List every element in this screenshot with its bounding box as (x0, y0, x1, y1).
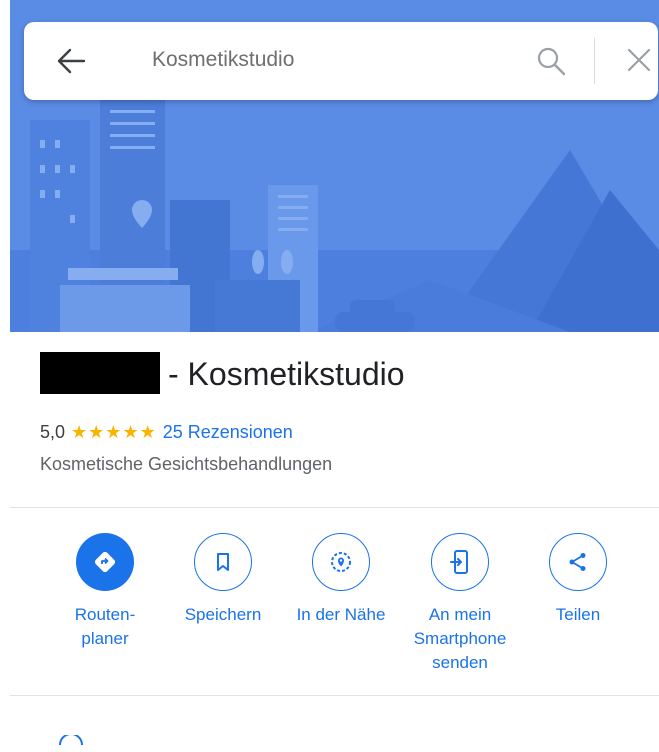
rating-line: 5,0 ★★★★★ 25 Rezensionen (40, 422, 293, 443)
bookmark-icon (194, 533, 252, 591)
search-divider (594, 38, 595, 84)
search-bar: Kosmetikstudio (24, 22, 658, 100)
place-category: Kosmetische Gesichtsbehandlungen (40, 454, 333, 474)
save-button[interactable]: Speichern (163, 533, 283, 627)
partial-icon (56, 733, 86, 746)
share-button[interactable]: Teilen (518, 533, 638, 627)
share-icon (549, 533, 607, 591)
nearby-icon (312, 533, 370, 591)
redacted-name (40, 352, 160, 394)
search-input[interactable]: Kosmetikstudio (152, 48, 294, 72)
send-to-phone-icon (431, 533, 489, 591)
search-icon[interactable] (536, 46, 566, 76)
action-label-directions: Routen- planer (74, 605, 136, 648)
action-label-nearby: In der Nähe (296, 605, 386, 624)
reviews-link[interactable]: 25 Rezensionen (163, 422, 293, 442)
action-label-send-to-phone: An mein Smartphone senden (413, 605, 507, 672)
rating-value: 5,0 (40, 422, 66, 442)
divider-bottom (10, 695, 659, 696)
rating-stars: ★★★★★ (71, 422, 157, 442)
action-label-save: Speichern (184, 605, 262, 624)
place-title: - Kosmetikstudio (168, 356, 405, 392)
divider-top (10, 507, 659, 508)
directions-icon (76, 533, 134, 591)
nearby-button[interactable]: In der Nähe (281, 533, 401, 627)
directions-button[interactable]: Routen- planer (45, 533, 165, 651)
action-label-share: Teilen (555, 605, 601, 624)
back-arrow-icon[interactable] (56, 47, 86, 75)
send-to-phone-button[interactable]: An mein Smartphone senden (400, 533, 520, 675)
close-icon[interactable] (627, 48, 651, 72)
